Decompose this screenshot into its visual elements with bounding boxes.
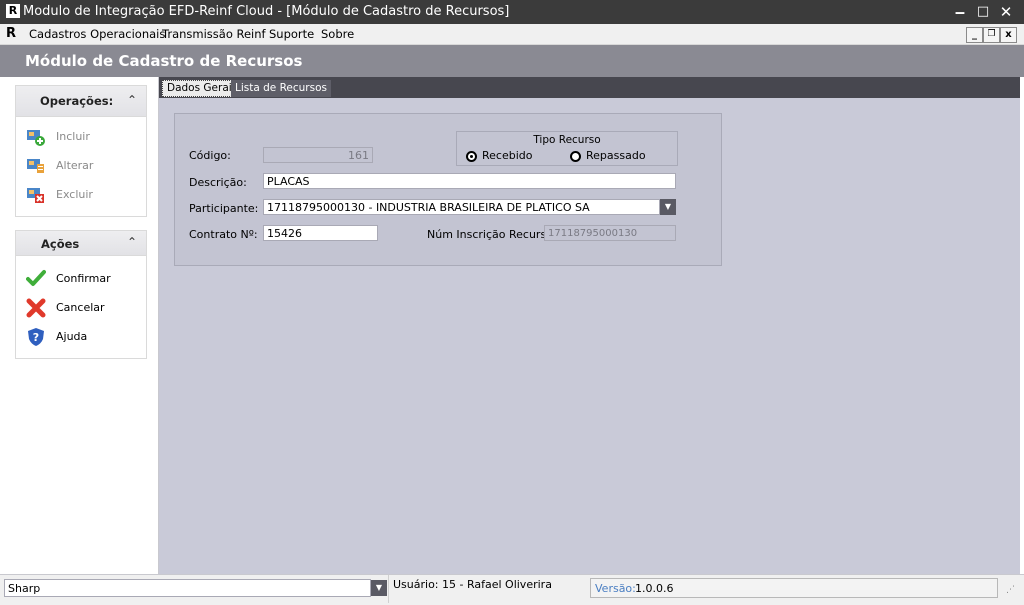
- ajuda-label: Ajuda: [56, 330, 88, 343]
- window-title: Modulo de Integração EFD-Reinf Cloud - […: [23, 4, 510, 19]
- help-shield-icon: ?: [28, 328, 44, 346]
- confirmar-label: Confirmar: [56, 272, 111, 285]
- restore-icon: ❐: [987, 29, 996, 39]
- codigo-field: 161: [263, 147, 373, 163]
- sidebar: Operações: ⌃ Incluir Alterar Excluir Açõ…: [0, 77, 159, 574]
- add-record-icon: [27, 130, 45, 146]
- radio-repassado-label[interactable]: Repassado: [586, 149, 646, 162]
- close-icon: ✕: [999, 3, 1013, 21]
- menu-transmissao-reinf[interactable]: Transmissão Reinf: [162, 27, 266, 41]
- menu-logo-icon: R: [6, 26, 17, 41]
- tipo-recurso-title: Tipo Recurso: [533, 134, 601, 146]
- acoes-title: Ações: [41, 237, 80, 251]
- excluir-label: Excluir: [56, 188, 93, 201]
- descricao-label: Descrição:: [189, 176, 247, 189]
- tipo-recurso-group: Tipo Recurso Recebido Repassado: [456, 131, 678, 166]
- maximize-button[interactable]: □: [973, 2, 993, 22]
- contrato-label: Contrato Nº:: [189, 228, 258, 241]
- operacoes-title: Operações:: [40, 94, 114, 108]
- incluir-label: Incluir: [56, 130, 90, 143]
- radio-recebido[interactable]: [466, 151, 477, 162]
- menu-sobre[interactable]: Sobre: [321, 27, 354, 41]
- minimize-icon: ‒: [954, 3, 966, 21]
- acoes-group: Ações ⌃ Confirmar Cancelar ? Ajuda: [15, 230, 147, 359]
- svg-text:?: ?: [33, 331, 39, 344]
- delete-record-icon: [27, 188, 44, 203]
- edit-record-icon: [27, 159, 44, 173]
- page-title: Módulo de Cadastro de Recursos: [25, 52, 303, 70]
- chevron-down-icon: ▼: [375, 583, 383, 592]
- inscricao-field: 17118795000130: [544, 225, 676, 241]
- descricao-input[interactable]: PLACAS: [263, 173, 676, 189]
- theme-dropdown-button[interactable]: ▼: [371, 580, 387, 596]
- operacoes-header[interactable]: Operações: ⌃: [16, 86, 146, 117]
- page-header: Módulo de Cadastro de Recursos: [0, 45, 1024, 77]
- version-label: Versão:: [595, 582, 636, 595]
- theme-select[interactable]: Sharp: [4, 579, 371, 597]
- version-value: 1.0.0.6: [635, 582, 674, 595]
- radio-recebido-label[interactable]: Recebido: [482, 149, 532, 162]
- participante-dropdown-button[interactable]: ▼: [660, 199, 676, 215]
- mdi-close-button[interactable]: x: [1000, 27, 1017, 43]
- inscricao-label: Núm Inscrição Recurso:: [427, 228, 557, 241]
- tab-strip: Dados Gerais Lista de Recursos: [159, 77, 1020, 98]
- collapse-chevron-icon[interactable]: ⌃: [127, 93, 137, 107]
- radio-repassado[interactable]: [570, 151, 581, 162]
- status-bar: Sharp ▼ Usuário: 15 - Rafael Oliverira V…: [0, 574, 1024, 605]
- resize-grip-icon[interactable]: ⋰: [1006, 585, 1015, 595]
- close-button[interactable]: ✕: [996, 2, 1016, 22]
- acoes-header[interactable]: Ações ⌃: [16, 231, 146, 256]
- menu-cadastros-operacionais[interactable]: Cadastros Operacionais: [29, 27, 165, 41]
- menu-suporte[interactable]: Suporte: [269, 27, 314, 41]
- participante-select[interactable]: 17118795000130 - INDUSTRIA BRASILEIRA DE…: [263, 199, 660, 215]
- codigo-label: Código:: [189, 149, 231, 162]
- operacoes-group: Operações: ⌃ Incluir Alterar Excluir: [15, 85, 147, 217]
- checkmark-icon: [26, 270, 46, 286]
- cross-icon: [26, 298, 46, 318]
- mdi-minimize-button[interactable]: _: [966, 27, 983, 43]
- tab-lista-de-recursos[interactable]: Lista de Recursos: [231, 80, 331, 97]
- cancelar-label: Cancelar: [56, 301, 105, 314]
- menu-bar: R Cadastros Operacionais Transmissão Rei…: [0, 24, 1024, 45]
- version-panel: Versão: 1.0.0.6: [590, 578, 998, 598]
- chevron-down-icon: ▼: [664, 202, 672, 211]
- minimize-button[interactable]: ‒: [950, 2, 970, 22]
- mdi-restore-button[interactable]: ❐: [983, 27, 1000, 43]
- maximize-icon: □: [976, 4, 990, 19]
- alterar-label: Alterar: [56, 159, 94, 172]
- user-status: Usuário: 15 - Rafael Oliverira: [393, 578, 552, 591]
- title-bar: R Modulo de Integração EFD-Reinf Cloud -…: [0, 0, 1024, 24]
- app-logo-icon: R: [6, 4, 20, 18]
- collapse-chevron-icon[interactable]: ⌃: [127, 235, 137, 249]
- participante-label: Participante:: [189, 202, 259, 215]
- contrato-input[interactable]: 15426: [263, 225, 378, 241]
